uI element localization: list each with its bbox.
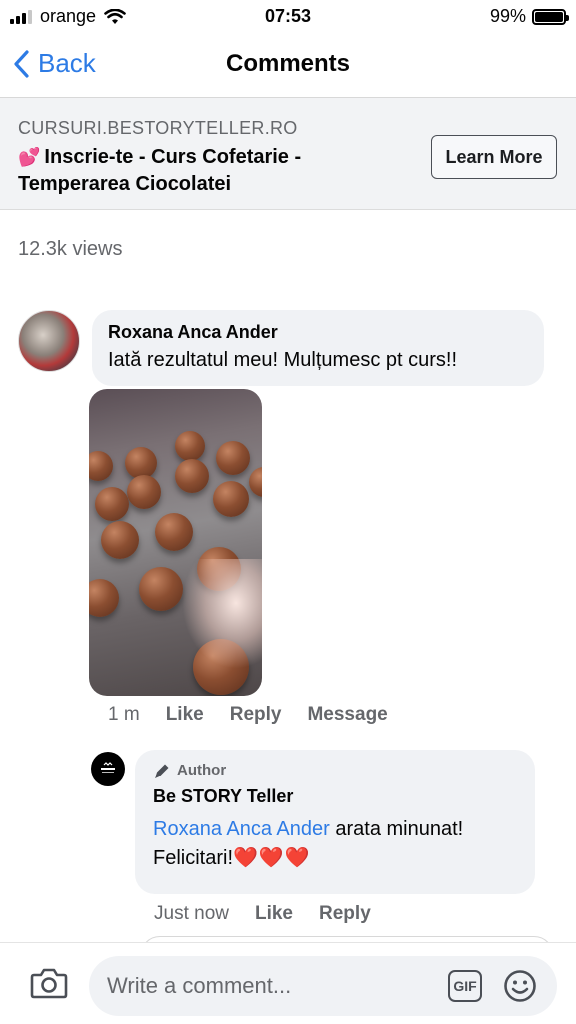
battery-icon xyxy=(532,8,569,25)
chocolate-image-detail xyxy=(89,579,119,617)
pencil-icon xyxy=(155,764,169,778)
reply-actions: Just now Like Reply xyxy=(154,903,371,925)
chocolate-image-detail xyxy=(213,481,249,517)
ad-title-text: Inscrie-te - Curs Cofetarie - Temperarea… xyxy=(18,146,302,195)
reply-bubble[interactable]: Author Be STORY Teller Roxana Anca Ander… xyxy=(135,750,535,894)
red-hearts-icon: ❤️❤️❤️ xyxy=(233,847,311,869)
comment-time: 1 m xyxy=(108,704,140,725)
sponsored-link-banner[interactable]: CURSURI.BESTORYTELLER.RO 💕 Inscrie-te - C… xyxy=(0,98,576,210)
avatar[interactable] xyxy=(91,752,125,786)
light-glare xyxy=(182,559,262,669)
emoji-icon[interactable] xyxy=(503,969,537,1003)
chocolate-image-detail xyxy=(249,467,262,497)
ad-title: 💕 Inscrie-te - Curs Cofetarie - Temperare… xyxy=(18,144,408,198)
comment-composer: GIF xyxy=(0,942,576,1024)
author-badge: Author xyxy=(153,762,517,779)
chocolate-image-detail xyxy=(95,487,129,521)
comment-input-wrapper[interactable]: GIF xyxy=(89,956,557,1016)
comment-input[interactable] xyxy=(107,956,437,1016)
reply-button[interactable]: Reply xyxy=(319,903,371,925)
reply-text-body: arata minunat! xyxy=(329,818,464,840)
chocolate-image-detail xyxy=(175,459,209,493)
view-count: 12.3k views xyxy=(18,238,123,260)
chocolate-image-detail xyxy=(139,567,183,611)
chocolate-image-detail xyxy=(89,451,113,481)
reply-time: Just now xyxy=(154,903,229,924)
like-button[interactable]: Like xyxy=(166,704,204,726)
like-button[interactable]: Like xyxy=(255,903,293,925)
comment-photo[interactable] xyxy=(89,389,262,696)
comment-actions: 1 m Like Reply Message xyxy=(108,704,388,726)
chocolate-image-detail xyxy=(101,521,139,559)
reply-author[interactable]: Be STORY Teller xyxy=(153,786,517,807)
chocolate-image-detail xyxy=(155,513,193,551)
page-logo-icon xyxy=(101,762,115,773)
camera-icon[interactable] xyxy=(30,967,68,999)
chocolate-image-detail xyxy=(127,475,161,509)
chocolate-image-detail xyxy=(175,431,205,461)
author-badge-label: Author xyxy=(177,762,227,779)
reply-text: Roxana Anca Ander arata minunat! Felicit… xyxy=(153,815,517,873)
chocolate-image-detail xyxy=(216,441,250,475)
mention-link[interactable]: Roxana Anca Ander xyxy=(153,818,330,840)
nav-bar: Back Comments xyxy=(0,34,576,98)
page-title: Comments xyxy=(225,50,351,77)
gif-button[interactable]: GIF xyxy=(448,970,482,1002)
reply-button[interactable]: Reply xyxy=(230,704,282,726)
ad-domain: CURSURI.BESTORYTELLER.RO xyxy=(18,118,298,138)
battery-percent: 99% xyxy=(489,6,526,26)
status-right: 99% xyxy=(489,6,569,27)
status-bar: orange 07:53 99% xyxy=(0,0,576,34)
message-button[interactable]: Message xyxy=(307,704,387,726)
two-hearts-icon: 💕 xyxy=(18,147,41,167)
comment-author[interactable]: Roxana Anca Ander xyxy=(108,322,528,343)
comment-bubble[interactable]: Roxana Anca Ander Iată rezultatul meu! M… xyxy=(92,310,544,386)
avatar[interactable] xyxy=(18,310,80,372)
reply-text-line2: Felicitari! xyxy=(153,847,234,869)
comment-text: Iată rezultatul meu! Mulțumesc pt curs!! xyxy=(108,349,458,371)
learn-more-button[interactable]: Learn More xyxy=(431,135,557,179)
